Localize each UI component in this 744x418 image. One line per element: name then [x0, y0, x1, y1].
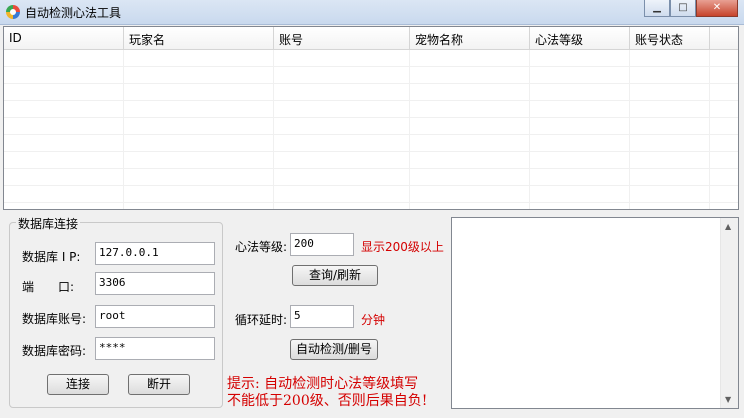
window-title: 自动检测心法工具 — [25, 6, 122, 20]
log-scrollbar[interactable]: ▲ ▼ — [720, 218, 738, 408]
column-header-id[interactable]: ID — [4, 27, 124, 49]
db-group-title: 数据库连接 — [16, 215, 81, 232]
query-refresh-button[interactable]: 查询/刷新 — [292, 265, 378, 286]
loop-delay-label: 循环延时: — [235, 313, 288, 327]
scroll-up-icon[interactable]: ▲ — [725, 222, 731, 231]
db-account-label: 数据库账号: — [22, 312, 87, 326]
hint-line-2: 不能低于200级、否则后果自负! — [227, 393, 428, 409]
table-row — [4, 203, 738, 209]
table-row — [4, 84, 738, 101]
db-ip-input[interactable]: 127.0.0.1 — [95, 242, 215, 265]
close-icon[interactable]: ✕ — [696, 0, 738, 17]
table-body — [4, 50, 738, 209]
column-header-level[interactable]: 心法等级 — [530, 27, 630, 49]
table-row — [4, 50, 738, 67]
level-input[interactable]: 200 — [290, 233, 354, 256]
app-logo-icon — [6, 5, 20, 19]
table-header: ID 玩家名 账号 宠物名称 心法等级 账号状态 — [4, 27, 738, 50]
disconnect-button[interactable]: 断开 — [128, 374, 190, 395]
table-row — [4, 169, 738, 186]
table-row — [4, 135, 738, 152]
db-port-label: 端 口: — [22, 280, 75, 294]
loop-delay-unit: 分钟 — [361, 313, 386, 327]
column-header-pet-name[interactable]: 宠物名称 — [410, 27, 530, 49]
minimize-icon[interactable]: ▁ — [644, 0, 670, 17]
log-output-box[interactable]: ▲ ▼ — [451, 217, 739, 409]
warning-hint: 提示: 自动检测时心法等级填写 不能低于200级、否则后果自负! — [227, 376, 427, 410]
level-note: 显示200级以上 — [361, 240, 444, 254]
loop-delay-input[interactable]: 5 — [290, 305, 354, 328]
title-bar: 自动检测心法工具 ▁ □ ✕ — [0, 0, 744, 25]
table-row — [4, 101, 738, 118]
table-row — [4, 152, 738, 169]
table-row — [4, 118, 738, 135]
db-ip-label: 数据库 I P: — [22, 250, 81, 264]
hint-line-1: 提示: 自动检测时心法等级填写 — [227, 376, 419, 392]
player-list-table[interactable]: ID 玩家名 账号 宠物名称 心法等级 账号状态 — [3, 26, 739, 210]
table-row — [4, 67, 738, 84]
maximize-icon[interactable]: □ — [670, 0, 696, 17]
column-header-status[interactable]: 账号状态 — [630, 27, 710, 49]
auto-check-delete-button[interactable]: 自动检测/删号 — [290, 339, 378, 360]
db-password-input[interactable]: **** — [95, 337, 215, 360]
db-password-label: 数据库密码: — [22, 344, 87, 358]
db-account-input[interactable]: root — [95, 305, 215, 328]
table-row — [4, 186, 738, 203]
column-header-player-name[interactable]: 玩家名 — [124, 27, 274, 49]
level-label: 心法等级: — [235, 240, 288, 254]
scroll-down-icon[interactable]: ▼ — [725, 395, 731, 404]
db-port-input[interactable]: 3306 — [95, 272, 215, 295]
column-header-account[interactable]: 账号 — [274, 27, 410, 49]
column-header-filler — [710, 27, 738, 49]
connect-button[interactable]: 连接 — [47, 374, 109, 395]
